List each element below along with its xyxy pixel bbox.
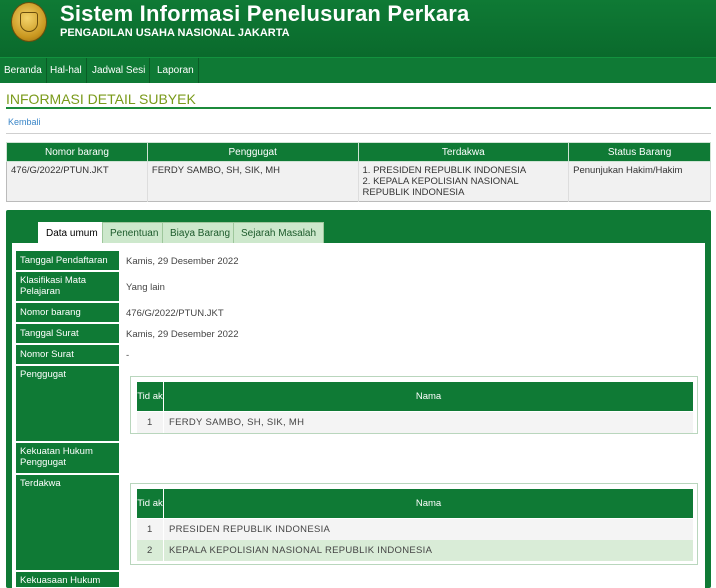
field-label: Klasifikasi Mata Pelajaran xyxy=(16,272,119,302)
defendant-table: Tid ak Nama 1 PRESIDEN REPUBLIK INDONESI… xyxy=(136,488,694,561)
plaintiff-cell: FERDY SAMBO, SH, SIK, MH xyxy=(147,161,359,202)
field-label: Penggugat xyxy=(16,366,119,442)
row-name: FERDY SAMBO, SH, SIK, MH xyxy=(163,411,694,433)
row-name: KEPALA KEPOLISIAN NASIONAL REPUBLIK INDO… xyxy=(163,539,694,561)
defendant-table-box: Tid ak Nama 1 PRESIDEN REPUBLIK INDONESI… xyxy=(130,483,698,565)
field-row: Tanggal Surat Kamis, 29 Desember 2022 xyxy=(16,324,704,344)
field-label: Tanggal Pendaftaran xyxy=(16,251,119,271)
case-number-cell: 476/G/2022/PTUN.JKT xyxy=(6,161,148,202)
field-value: - xyxy=(126,350,130,361)
divider xyxy=(6,133,711,134)
table-row[interactable]: 2 KEPALA KEPOLISIAN NASIONAL REPUBLIK IN… xyxy=(136,539,694,561)
field-value: Yang lain xyxy=(126,282,165,293)
row-name: PRESIDEN REPUBLIK INDONESIA xyxy=(163,518,694,540)
row-number: 1 xyxy=(136,518,164,540)
case-summary-table: Nomor barang Penggugat Terdakwa Status B… xyxy=(6,142,711,202)
row-number: 2 xyxy=(136,539,164,561)
column-header: Tid ak xyxy=(136,488,164,519)
field-label: Kekuatan Hukum Penggugat xyxy=(16,443,119,474)
plaintiff-table-box: Tid ak Nama 1 FERDY SAMBO, SH, SIK, MH xyxy=(130,376,698,434)
column-header: Penggugat xyxy=(146,142,359,162)
nav-item-hal-hal[interactable]: Hal-hal xyxy=(46,58,87,83)
defendant-line: REPUBLIK INDONESIA xyxy=(362,187,465,198)
field-row: Klasifikasi Mata Pelajaran Yang lain xyxy=(16,272,704,302)
nav-item-jadwal-sesi[interactable]: Jadwal Sesi xyxy=(88,58,151,83)
tab-data-umum[interactable]: Data umum xyxy=(38,222,106,244)
defendant-line: 2. KEPALA KEPOLISIAN NASIONAL xyxy=(362,176,519,187)
court-emblem-icon[interactable] xyxy=(11,2,47,42)
status-cell: Penunjukan Hakim/Hakim xyxy=(568,161,711,202)
site-title[interactable]: Sistem Informasi Penelusuran Perkara xyxy=(60,1,469,27)
column-header: Nama xyxy=(163,488,694,519)
nav-item-beranda[interactable]: Beranda xyxy=(0,58,47,83)
plaintiff-table: Tid ak Nama 1 FERDY SAMBO, SH, SIK, MH xyxy=(136,381,694,433)
detail-panel: Data umum Penentuan Biaya Barang Sejarah… xyxy=(6,210,711,588)
field-row: Nomor barang 476/G/2022/PTUN.JKT xyxy=(16,303,704,323)
table-header-row: Nomor barang Penggugat Terdakwa Status B… xyxy=(6,142,711,162)
field-value: Kamis, 29 Desember 2022 xyxy=(126,329,239,340)
tab-biaya-barang[interactable]: Biaya Barang xyxy=(162,222,239,243)
defendant-line: 1. PRESIDEN REPUBLIK INDONESIA xyxy=(362,165,527,176)
table-row[interactable]: 476/G/2022/PTUN.JKT FERDY SAMBO, SH, SIK… xyxy=(6,161,711,202)
field-value: Kamis, 29 Desember 2022 xyxy=(126,256,239,267)
page-title: INFORMASI DETAIL SUBYEK xyxy=(6,91,196,107)
table-row[interactable]: 1 PRESIDEN REPUBLIK INDONESIA xyxy=(136,518,694,540)
tab-content: Tanggal Pendaftaran Kamis, 29 Desember 2… xyxy=(12,243,705,588)
column-header: Nomor barang xyxy=(6,142,148,162)
main-nav: Beranda Hal-hal Jadwal Sesi Laporan xyxy=(0,57,716,83)
field-row: Nomor Surat - xyxy=(16,345,704,365)
nav-item-laporan[interactable]: Laporan xyxy=(153,58,199,83)
field-row: Penggugat Tid ak Nama 1 FERDY SAMBO, SH,… xyxy=(16,366,704,442)
field-row: Kekuatan Hukum Penggugat xyxy=(16,443,704,474)
field-label: Nomor Surat xyxy=(16,345,119,365)
title-divider xyxy=(6,107,711,109)
row-number: 1 xyxy=(136,411,164,433)
table-row[interactable]: 1 FERDY SAMBO, SH, SIK, MH xyxy=(136,411,694,433)
column-header: Tid ak xyxy=(136,381,164,412)
column-header: Terdakwa xyxy=(357,142,570,162)
back-link[interactable]: Kembali xyxy=(8,117,41,127)
site-header: Sistem Informasi Penelusuran Perkara PEN… xyxy=(0,0,716,57)
field-row: Kekuasaan Hukum xyxy=(16,572,704,588)
field-value: 476/G/2022/PTUN.JKT xyxy=(126,308,224,319)
defendant-cell: 1. PRESIDEN REPUBLIK INDONESIA 2. KEPALA… xyxy=(358,161,570,202)
column-header: Nama xyxy=(163,381,694,412)
tab-penentuan[interactable]: Penentuan xyxy=(102,222,167,243)
field-label: Kekuasaan Hukum xyxy=(16,572,119,588)
field-row: Terdakwa Tid ak Nama 1 PRESIDEN REPUBLIK… xyxy=(16,475,704,571)
field-label: Nomor barang xyxy=(16,303,119,323)
field-row: Tanggal Pendaftaran Kamis, 29 Desember 2… xyxy=(16,251,704,271)
site-subtitle: PENGADILAN USAHA NASIONAL JAKARTA xyxy=(60,27,290,39)
column-header: Status Barang xyxy=(568,142,711,162)
field-label: Tanggal Surat xyxy=(16,324,119,344)
field-label: Terdakwa xyxy=(16,475,119,571)
tab-sejarah-masalah[interactable]: Sejarah Masalah xyxy=(233,222,325,243)
